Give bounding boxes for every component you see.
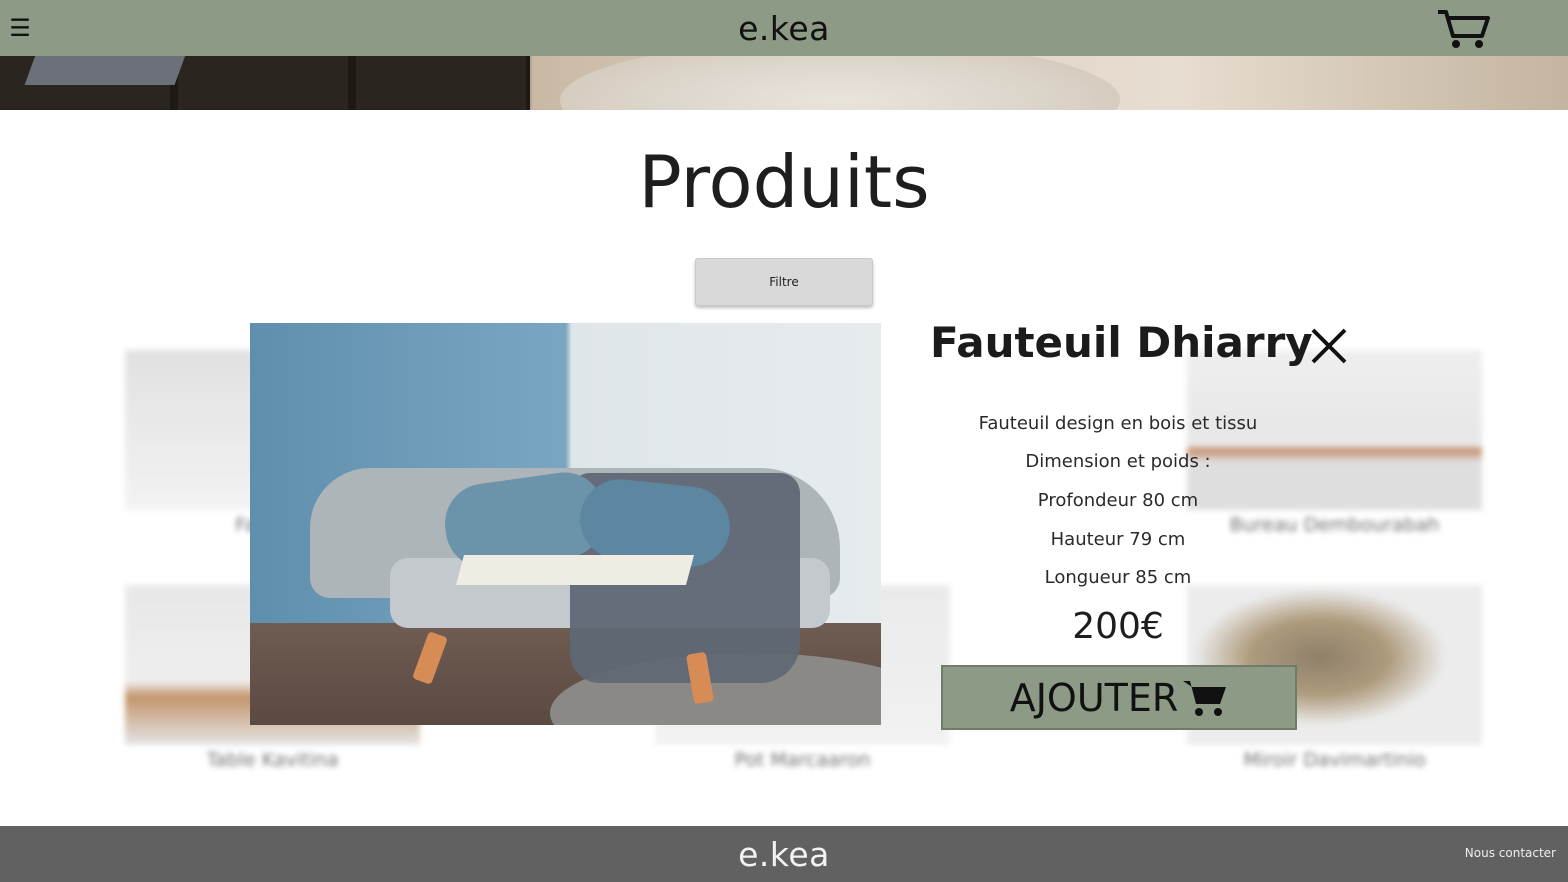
product-name: Fauteuil Dhiarry bbox=[930, 318, 1313, 367]
cart-icon bbox=[1183, 680, 1227, 716]
product-label: Miroir Davimartinio bbox=[1243, 749, 1426, 771]
footer-logo[interactable]: e.kea bbox=[738, 835, 830, 874]
close-icon[interactable] bbox=[1309, 326, 1349, 366]
add-to-cart-label: AJOUTER bbox=[1009, 675, 1179, 720]
product-length: Longueur 85 cm bbox=[1044, 567, 1192, 588]
contact-link[interactable]: Nous contacter bbox=[1465, 846, 1556, 860]
footer: e.kea Nous contacter bbox=[0, 826, 1568, 882]
product-label: Table Kavitina bbox=[206, 749, 339, 771]
product-price: 200€ bbox=[1072, 606, 1164, 647]
product-modal-image bbox=[250, 323, 881, 725]
product-description: Fauteuil design en bois et tissu bbox=[978, 413, 1258, 434]
product-height: Hauteur 79 cm bbox=[1050, 529, 1186, 550]
product-label: Pot Marcaaron bbox=[734, 749, 871, 771]
add-to-cart-button[interactable]: AJOUTER bbox=[941, 665, 1297, 730]
photo-book bbox=[455, 555, 695, 585]
product-dimension-heading: Dimension et poids : bbox=[1025, 451, 1211, 472]
product-depth: Profondeur 80 cm bbox=[1037, 490, 1199, 511]
